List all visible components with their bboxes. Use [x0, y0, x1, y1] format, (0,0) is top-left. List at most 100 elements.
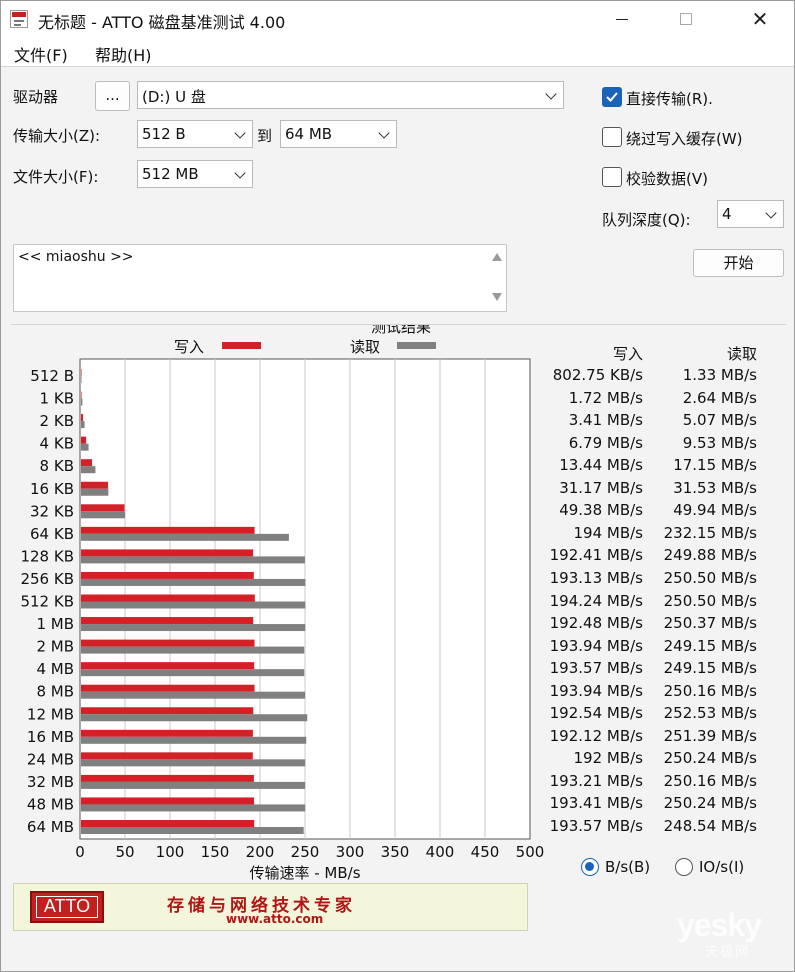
write-result-value: 1.72 MB/s: [568, 388, 643, 407]
close-button[interactable]: ✕: [731, 1, 789, 37]
write-result-value: 802.75 KB/s: [552, 366, 643, 384]
verify-data-label[interactable]: 校验数据(V): [626, 168, 708, 189]
read-result-value: 17.15 MB/s: [673, 456, 757, 475]
queue-depth-select[interactable]: 4: [717, 200, 784, 228]
write-result-value: 193.21 MB/s: [549, 771, 643, 790]
unit-bytes-label[interactable]: B/s(B): [605, 858, 650, 876]
direct-io-checkbox[interactable]: [602, 87, 622, 107]
bypass-cache-label[interactable]: 绕过写入缓存(W): [626, 128, 743, 149]
chevron-down-icon: [234, 127, 246, 139]
read-result-value: 5.07 MB/s: [682, 411, 757, 430]
write-result-value: 193.13 MB/s: [549, 568, 643, 587]
category-label: 512 B: [30, 367, 74, 385]
maximize-icon: [680, 13, 692, 25]
unit-bytes-radio[interactable]: [581, 858, 599, 876]
category-label: 32 MB: [27, 773, 74, 791]
read-result-value: 249.88 MB/s: [663, 546, 757, 565]
read-result-value: 9.53 MB/s: [682, 433, 757, 452]
category-label: 2 KB: [40, 412, 74, 430]
minimize-button[interactable]: [593, 1, 651, 37]
write-bar: [81, 639, 255, 647]
read-bar: [81, 691, 306, 699]
category-label: 8 KB: [40, 457, 74, 475]
radio-dot-icon: [585, 862, 594, 871]
read-bar: [81, 533, 289, 541]
write-bar: [81, 414, 84, 422]
yesky-watermark: yesky 天极网: [677, 907, 762, 960]
read-result-value: 250.16 MB/s: [663, 771, 757, 790]
drive-select[interactable]: (D:) U 盘: [137, 81, 564, 109]
menu-file[interactable]: 文件(F): [14, 42, 68, 66]
category-label: 2 MB: [36, 638, 74, 656]
write-bar: [81, 504, 125, 512]
read-bar: [81, 466, 96, 474]
write-bar: [81, 549, 254, 557]
transfer-size-to-select[interactable]: 64 MB: [280, 120, 397, 148]
close-icon: ✕: [751, 7, 769, 31]
write-result-value: 3.41 MB/s: [568, 411, 643, 430]
write-result-value: 192.54 MB/s: [549, 704, 643, 723]
read-bar: [81, 601, 306, 609]
unit-iops-label[interactable]: IO/s(I): [699, 858, 744, 876]
write-bar: [81, 369, 82, 376]
read-bar: [81, 624, 306, 632]
category-label: 32 KB: [30, 502, 74, 520]
window-title: 无标题 - ATTO 磁盘基准测试 4.00: [38, 13, 286, 32]
write-bar: [81, 820, 255, 827]
category-label: 128 KB: [20, 547, 74, 565]
description-scrollbar[interactable]: [488, 245, 506, 311]
category-label: 24 MB: [27, 750, 74, 768]
x-tick-label: 50: [115, 843, 134, 861]
category-label: 1 MB: [36, 615, 74, 633]
checkmark-icon: [606, 92, 618, 102]
write-result-value: 193.94 MB/s: [549, 681, 643, 700]
write-result-value: 13.44 MB/s: [559, 456, 643, 475]
read-bar: [81, 376, 82, 383]
menu-bar: 文件(F) 帮助(H): [1, 37, 794, 67]
file-size-select[interactable]: 512 MB: [137, 160, 253, 188]
write-result-value: 193.41 MB/s: [549, 794, 643, 813]
write-bar: [81, 594, 255, 602]
read-result-value: 31.53 MB/s: [673, 478, 757, 497]
menu-help[interactable]: 帮助(H): [95, 42, 152, 66]
read-bar: [81, 781, 306, 789]
read-result-value: 1.33 MB/s: [682, 366, 757, 384]
read-result-value: 232.15 MB/s: [663, 523, 757, 542]
read-bar: [81, 804, 306, 812]
transfer-size-from-select[interactable]: 512 B: [137, 120, 253, 148]
scroll-up-icon[interactable]: [492, 253, 502, 261]
chevron-down-icon: [765, 207, 777, 219]
unit-iops-radio[interactable]: [675, 858, 693, 876]
description-textarea[interactable]: << miaoshu >>: [13, 244, 507, 312]
x-tick-label: 400: [426, 843, 455, 861]
legend-read-swatch: [397, 342, 436, 349]
queue-depth-value: 4: [722, 205, 732, 223]
read-bar: [81, 398, 83, 406]
start-button[interactable]: 开始: [693, 249, 784, 277]
banner-url[interactable]: www.atto.com: [226, 912, 323, 926]
write-bar: [81, 752, 253, 760]
title-bar: 无标题 - ATTO 磁盘基准测试 4.00 ✕: [1, 1, 794, 37]
write-bar: [81, 571, 254, 579]
read-bar: [81, 827, 304, 834]
direct-io-label[interactable]: 直接传输(R).: [626, 88, 713, 109]
read-bar: [81, 488, 109, 496]
scroll-down-icon[interactable]: [492, 293, 502, 301]
write-bar: [81, 391, 82, 399]
read-bar: [81, 421, 85, 429]
maximize-button[interactable]: [656, 1, 714, 37]
app-icon: [10, 10, 28, 28]
chevron-down-icon: [378, 127, 390, 139]
atto-banner[interactable]: ATTO 存储与网络技术专家 www.atto.com: [13, 883, 528, 931]
read-result-value: 252.53 MB/s: [663, 704, 757, 723]
read-result-value: 49.94 MB/s: [673, 501, 757, 520]
bypass-cache-checkbox[interactable]: [602, 127, 622, 147]
write-result-value: 193.57 MB/s: [549, 659, 643, 678]
category-label: 512 KB: [20, 593, 74, 611]
x-tick-label: 300: [336, 843, 365, 861]
read-result-value: 248.54 MB/s: [663, 817, 757, 835]
read-column-header: 读取: [726, 345, 757, 363]
browse-button[interactable]: ...: [95, 81, 130, 111]
minimize-icon: [616, 19, 628, 20]
verify-data-checkbox[interactable]: [602, 167, 622, 187]
